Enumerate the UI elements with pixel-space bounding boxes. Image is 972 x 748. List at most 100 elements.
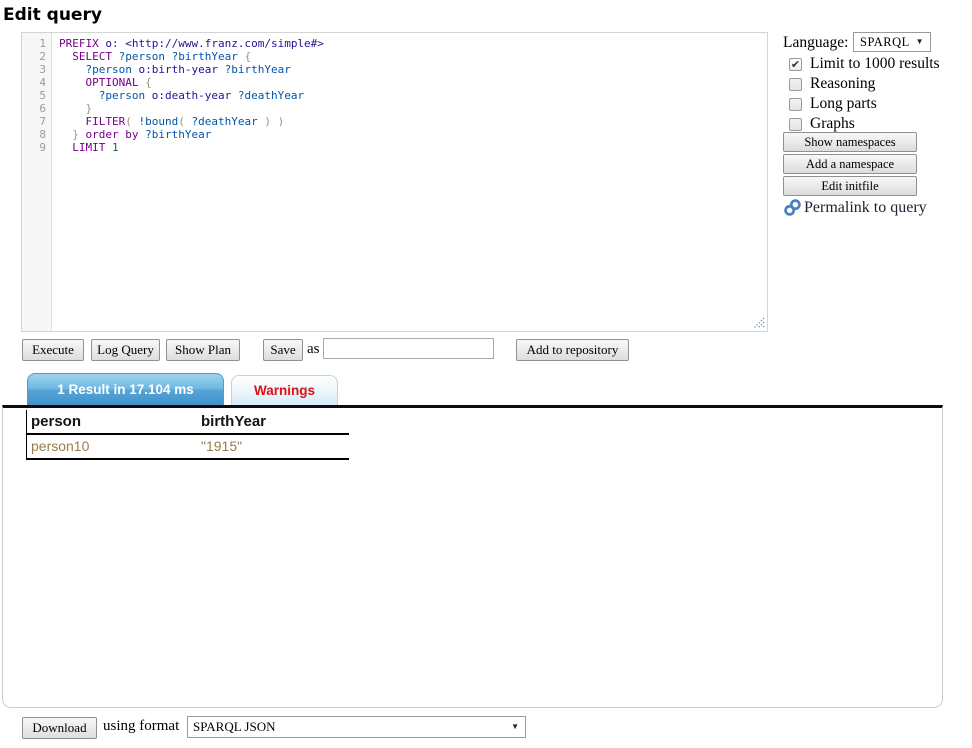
download-format-label: using format <box>103 718 179 735</box>
line-number: 6 <box>22 102 51 115</box>
code-token: o:death-year <box>152 89 231 102</box>
download-button[interactable]: Download <box>22 717 97 739</box>
line-number: 8 <box>22 128 51 141</box>
code-token <box>231 89 238 102</box>
code-line[interactable]: ?person o:birth-year ?birthYear <box>59 63 767 76</box>
chain-link-icon <box>783 198 802 217</box>
chevron-down-icon: ▼ <box>511 717 519 737</box>
code-token: FILTER <box>86 115 126 128</box>
code-line[interactable]: ?person o:death-year ?deathYear <box>59 89 767 102</box>
code-line[interactable]: LIMIT 1 <box>59 141 767 154</box>
header-row: personbirthYear <box>27 410 350 434</box>
line-number: 7 <box>22 115 51 128</box>
code-token: ?person <box>119 50 165 63</box>
checkbox-long-parts[interactable] <box>789 98 802 111</box>
download-format-select[interactable]: SPARQL JSON ▼ <box>187 716 526 738</box>
checkbox-row-graphs[interactable]: Graphs <box>789 114 969 134</box>
line-number: 4 <box>22 76 51 89</box>
code-token <box>59 141 72 154</box>
code-token: } <box>72 128 79 141</box>
code-token: ( <box>125 115 132 128</box>
code-line[interactable]: OPTIONAL { <box>59 76 767 89</box>
code-token: { <box>244 50 251 63</box>
tab-warnings[interactable]: Warnings <box>231 375 338 405</box>
checkbox-label: Reasoning <box>810 75 875 93</box>
code-token: ?person <box>99 89 145 102</box>
code-token <box>59 128 72 141</box>
execute-button[interactable]: Execute <box>22 339 84 361</box>
code-token: 1 <box>112 141 119 154</box>
language-label: Language: <box>783 34 848 52</box>
save-button[interactable]: Save <box>263 339 303 361</box>
chevron-down-icon: ▼ <box>916 33 924 51</box>
code-token: <http://www.franz.com/simple#> <box>125 37 324 50</box>
query-editor[interactable]: 123456789 PREFIX o: <http://www.franz.co… <box>21 32 768 332</box>
show-namespaces-button[interactable]: Show namespaces <box>783 132 917 152</box>
download-format-value: SPARQL JSON <box>193 719 276 734</box>
code-line[interactable]: } <box>59 102 767 115</box>
sidebar-buttons: Show namespacesAdd a namespaceEdit initf… <box>783 132 917 198</box>
language-value: SPARQL <box>860 35 910 49</box>
table-cell: "1915" <box>197 434 349 459</box>
line-number: 9 <box>22 141 51 154</box>
results-table-body: person10"1915" <box>27 434 350 459</box>
results-table-head: personbirthYear <box>27 410 350 434</box>
code-line[interactable]: FILTER( !bound( ?deathYear ) ) <box>59 115 767 128</box>
checkbox-label: Long parts <box>810 95 877 113</box>
log-query-button[interactable]: Log Query <box>91 339 160 361</box>
column-header-person: person <box>27 410 198 434</box>
show-plan-button[interactable]: Show Plan <box>166 339 240 361</box>
code-token <box>59 50 72 63</box>
resize-grip-icon[interactable] <box>753 317 765 329</box>
code-token <box>59 102 86 115</box>
permalink-link[interactable]: Permalink to query <box>783 198 927 217</box>
code-token: o:birth-year <box>138 63 217 76</box>
code-line[interactable]: PREFIX o: <http://www.franz.com/simple#> <box>59 37 767 50</box>
checkbox-graphs[interactable] <box>789 118 802 131</box>
code-token: ) <box>264 115 271 128</box>
code-line[interactable]: SELECT ?person ?birthYear { <box>59 50 767 63</box>
code-token <box>105 141 112 154</box>
code-token: order <box>86 128 119 141</box>
code-token: ?birthYear <box>145 128 211 141</box>
checkbox-label: Limit to 1000 results <box>810 55 940 73</box>
code-token <box>218 63 225 76</box>
code-token <box>59 76 86 89</box>
checkbox-row-reasoning[interactable]: Reasoning <box>789 74 969 94</box>
code-token: ( <box>178 115 185 128</box>
checkbox-row-long-parts[interactable]: Long parts <box>789 94 969 114</box>
code-token: ?deathYear <box>192 115 258 128</box>
table-row[interactable]: person10"1915" <box>27 434 350 459</box>
edit-initfile-button[interactable]: Edit initfile <box>783 176 917 196</box>
table-cell: person10 <box>27 434 198 459</box>
code-line[interactable]: } order by ?birthYear <box>59 128 767 141</box>
add-a-namespace-button[interactable]: Add a namespace <box>783 154 917 174</box>
code-token: SELECT <box>72 50 112 63</box>
results-panel: personbirthYear person10"1915" <box>2 405 943 708</box>
results-table: personbirthYear person10"1915" <box>26 410 349 460</box>
column-header-birthyear: birthYear <box>197 410 349 434</box>
editor-code[interactable]: PREFIX o: <http://www.franz.com/simple#>… <box>53 33 767 331</box>
code-token: !bound <box>139 115 179 128</box>
checkbox-limit-to-1000-results[interactable]: ✔ <box>789 58 802 71</box>
checkbox-reasoning[interactable] <box>789 78 802 91</box>
permalink-label: Permalink to query <box>804 199 927 217</box>
language-select[interactable]: SPARQL ▼ <box>853 32 931 52</box>
page-title: Edit query <box>3 5 102 25</box>
code-token <box>132 115 139 128</box>
line-number: 2 <box>22 50 51 63</box>
tab-1-result-in-17-104-ms[interactable]: 1 Result in 17.104 ms <box>27 373 224 405</box>
code-token: PREFIX <box>59 37 99 50</box>
code-token: ?birthYear <box>172 50 238 63</box>
save-name-input[interactable] <box>323 338 494 359</box>
code-token <box>165 50 172 63</box>
code-token <box>79 128 86 141</box>
code-token: OPTIONAL <box>86 76 139 89</box>
checkbox-row-limit-to-1000-results[interactable]: ✔ Limit to 1000 results <box>789 54 969 74</box>
code-token: ) <box>278 115 285 128</box>
sidebar-checkboxes: ✔ Limit to 1000 results Reasoning Long part… <box>789 54 969 134</box>
add-to-repository-button[interactable]: Add to repository <box>516 339 629 361</box>
code-token: } <box>86 102 93 115</box>
result-tabs: 1 Result in 17.104 msWarnings <box>27 373 338 405</box>
code-token <box>145 89 152 102</box>
